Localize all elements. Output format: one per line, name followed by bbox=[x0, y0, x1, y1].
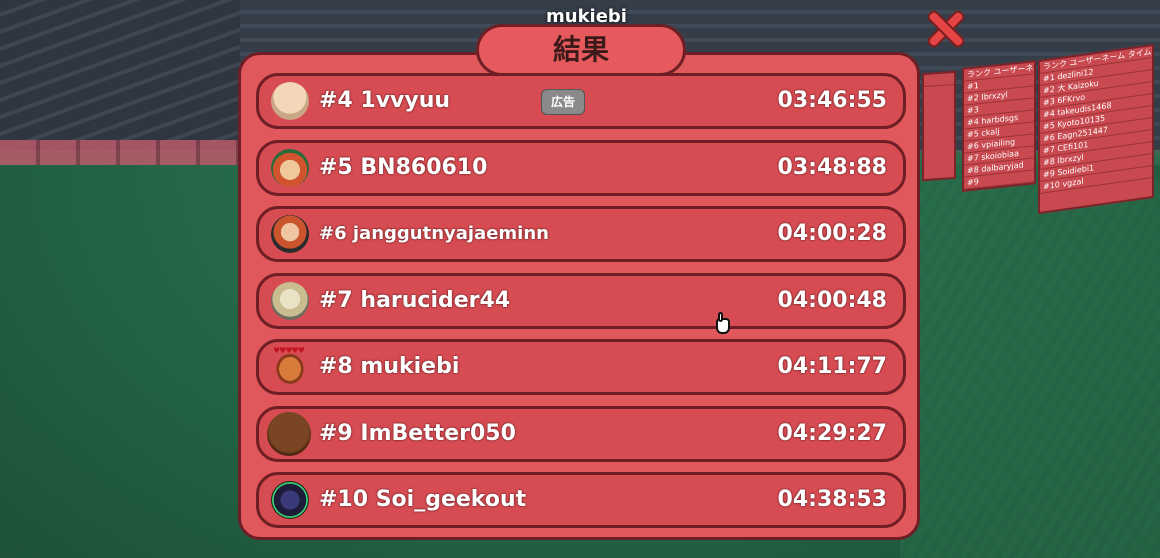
results-panel: #4 1vvyuu 広告 03:46:55 #5 BN860610 03:48:… bbox=[238, 52, 920, 540]
beige-face-avatar bbox=[271, 82, 309, 120]
finish-time: 04:38:53 bbox=[777, 487, 887, 512]
results-list[interactable]: #4 1vvyuu 広告 03:46:55 #5 BN860610 03:48:… bbox=[256, 73, 906, 537]
rank-username: #7 harucider44 bbox=[319, 287, 511, 313]
board-row bbox=[924, 72, 954, 88]
result-row: #10 Soi_geekout 04:38:53 bbox=[256, 472, 906, 528]
finish-time: 04:00:48 bbox=[777, 287, 887, 313]
result-row: #6 janggutnyajaeminn 04:00:28 bbox=[256, 206, 906, 262]
rank-username: #6 janggutnyajaeminn bbox=[319, 223, 549, 244]
finish-time: 03:46:55 bbox=[777, 88, 887, 113]
finish-time: 04:11:77 bbox=[777, 354, 887, 379]
brown-smiley-avatar bbox=[267, 411, 311, 456]
result-row: #7 harucider44 04:00:48 bbox=[256, 272, 906, 329]
close-icon[interactable] bbox=[924, 8, 966, 50]
grass-texture bbox=[900, 180, 1160, 558]
ad-badge[interactable]: 広告 bbox=[541, 89, 585, 115]
stadium-railing bbox=[0, 140, 240, 168]
leaderboard-sign-left bbox=[922, 70, 956, 182]
leaderboard-sign-mid: ランク ユーザーネーム #1 #2 Ibrxzyl #3 #4 harbdsgs… bbox=[962, 60, 1036, 192]
finish-time: 04:29:27 bbox=[777, 420, 887, 446]
rank-username: #9 ImBetter050 bbox=[319, 420, 516, 446]
redhead-avatar bbox=[271, 215, 309, 253]
stadium-stands-left bbox=[0, 0, 240, 150]
hearts-icon: ♥♥♥♥♥ bbox=[273, 346, 305, 355]
finish-time: 04:00:28 bbox=[777, 221, 887, 246]
red-hair-avatar bbox=[271, 148, 309, 187]
panel-title: 結果 bbox=[476, 24, 686, 76]
finish-time: 03:48:88 bbox=[777, 154, 887, 180]
rank-username: #10 Soi_geekout bbox=[319, 487, 527, 512]
dark-armor-avatar bbox=[271, 481, 309, 519]
result-row: #4 1vvyuu 広告 03:46:55 bbox=[256, 73, 906, 129]
blonde-avatar bbox=[271, 281, 309, 320]
rank-username: #8 mukiebi bbox=[319, 354, 460, 379]
result-row: #9 ImBetter050 04:29:27 bbox=[256, 405, 906, 462]
cursor-finger bbox=[718, 312, 723, 322]
rank-username: #4 1vvyuu bbox=[319, 88, 451, 113]
rank-username: #5 BN860610 bbox=[319, 154, 488, 180]
leaderboard-sign-right: ランク ユーザーネーム タイム #1 dezlini12 #2 大 Kaizok… bbox=[1038, 43, 1154, 215]
hand-cursor-icon bbox=[714, 312, 732, 336]
result-row: ♥♥♥♥♥ #8 mukiebi 04:11:77 bbox=[256, 339, 906, 395]
result-row: #5 BN860610 03:48:88 bbox=[256, 139, 906, 196]
